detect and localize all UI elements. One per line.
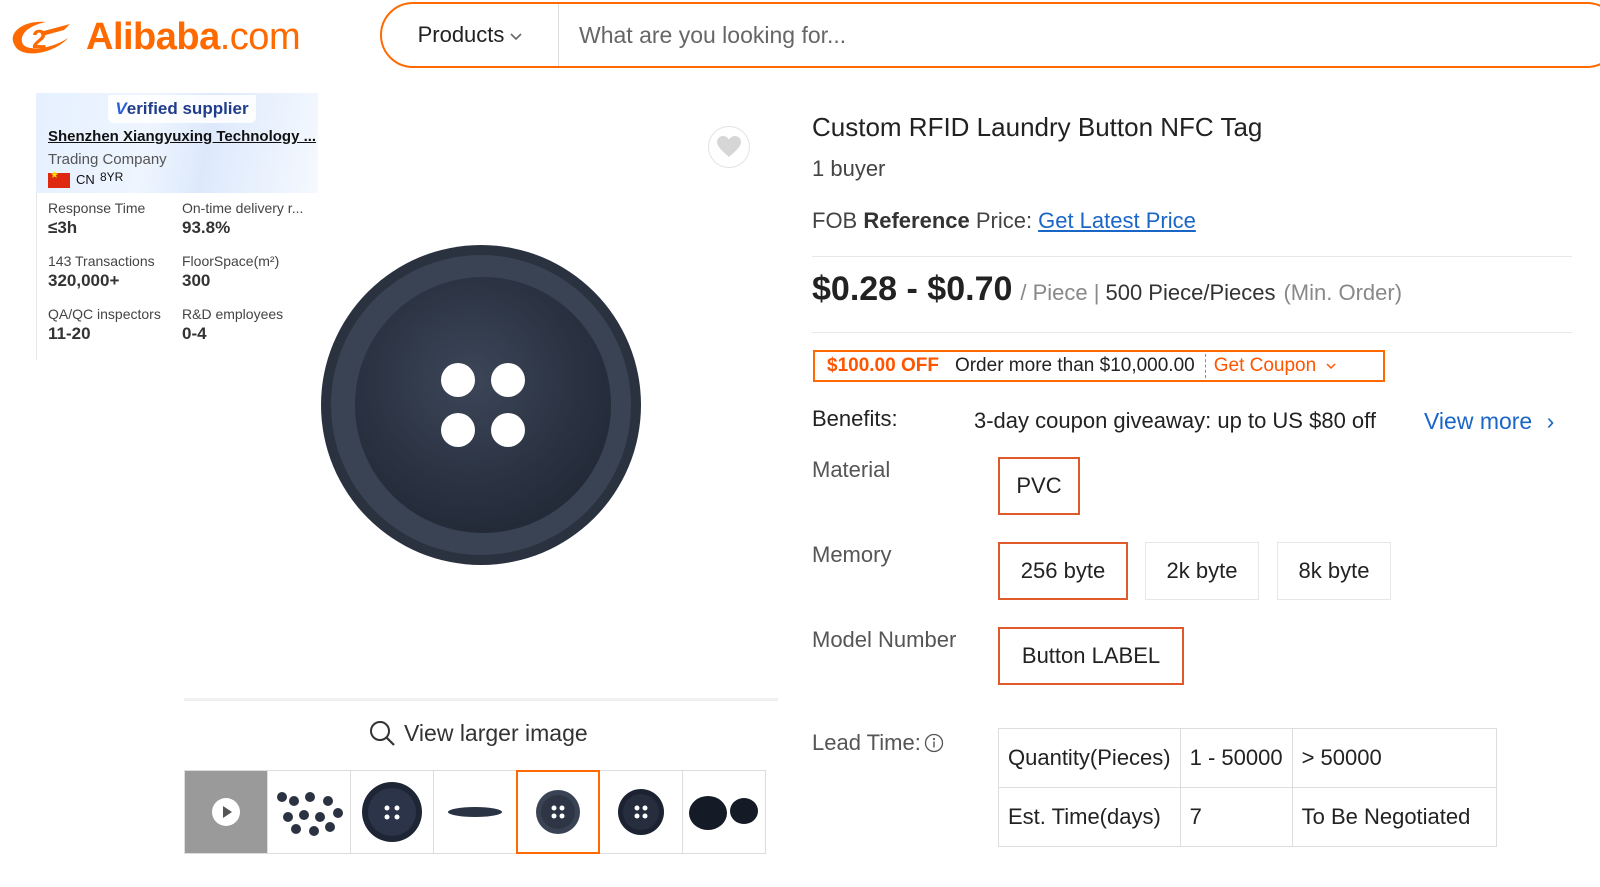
stat-transactions: 143 Transactions 320,000+ [48,253,155,290]
get-coupon-button[interactable]: Get Coupon [1214,355,1316,377]
thumbnail-graphic [362,782,422,842]
product-title: Custom RFID Laundry Button NFC Tag [812,112,1263,142]
favorite-button[interactable] [708,126,750,168]
search-bar: Products [380,2,1600,68]
chevron-down-icon [510,32,522,40]
logo-wordmark: Alibaba.com [86,15,301,58]
alibaba-logo[interactable]: 2 Alibaba.com [6,12,301,62]
thumbnail-graphic [448,807,502,817]
view-larger-image-link[interactable]: View larger image [368,719,588,747]
table-cell: 7 [1179,787,1293,847]
thumbnail-strip [184,770,766,854]
benefits-label: Benefits: [812,406,898,431]
divider [812,332,1572,333]
coupon-separator [1204,354,1206,378]
thumbnail-image[interactable] [433,770,517,854]
thumbnail-image[interactable] [599,770,683,854]
stat-response-time: Response Time ≤3h [48,200,146,237]
price-row: $0.28 - $0.70 / Piece | 500 Piece/Pieces… [812,270,1402,309]
search-category-dropdown[interactable]: Products [382,4,559,66]
info-icon[interactable] [924,733,944,753]
memory-label: Memory [812,542,892,567]
min-order-label: (Min. Order) [1283,280,1403,305]
thumbnail-video[interactable] [184,770,268,854]
chevron-down-icon[interactable] [1326,362,1336,370]
option-memory-256-byte[interactable]: 256 byte [998,542,1128,600]
coupon-banner: $100.00 OFF Order more than $10,000.00 G… [813,350,1385,382]
model-number-label: Model Number [812,627,957,652]
buyer-count: 1 buyer [812,156,886,181]
get-latest-price-link[interactable]: Get Latest Price [1038,208,1196,233]
table-cell: Quantity(Pieces) [998,728,1181,788]
coupon-condition: Order more than $10,000.00 [954,355,1195,376]
table-cell: > 50000 [1291,728,1497,788]
alibaba-mark-icon: 2 [12,21,70,54]
chevron-right-icon: › [1546,408,1555,434]
supplier-years: 8YR [100,170,124,184]
search-category-label: Products [417,22,505,47]
option-material-pvc[interactable]: PVC [998,457,1080,515]
thumbnail-graphic [277,792,343,836]
option-memory-2k-byte[interactable]: 2k byte [1145,542,1259,600]
table-cell: 1 - 50000 [1179,728,1293,788]
thumbnail-image-active[interactable] [516,770,600,854]
supplier-type: Trading Company [48,151,167,168]
supplier-name-link[interactable]: Shenzhen Xiangyuxing Technology ... [48,128,316,145]
min-order-quantity: 500 Piece/Pieces [1105,280,1276,305]
lead-time-label: Lead Time: [812,730,944,756]
table-row: Est. Time(days) 7 To Be Negotiated [998,787,1497,847]
heart-icon [717,136,741,157]
thumbnail-image[interactable] [350,770,434,854]
thumbnail-graphic [689,796,758,830]
coupon-discount: $100.00 OFF [827,355,939,376]
table-cell: Est. Time(days) [998,787,1181,847]
svg-text:2: 2 [32,24,46,54]
search-icon [370,721,395,746]
supplier-country: CN [76,172,95,187]
table-row: Quantity(Pieces) 1 - 50000 > 50000 [998,728,1497,788]
search-input[interactable] [577,20,1481,50]
price-range: $0.28 - $0.70 [812,270,1013,308]
stat-floor-space: FloorSpace(m²) 300 [182,253,280,290]
play-icon [212,798,240,826]
divider [812,256,1572,257]
product-main-image[interactable] [300,225,660,585]
stat-qa-inspectors: QA/QC inspectors 11-20 [48,306,161,343]
thumbnail-image[interactable] [267,770,351,854]
view-more-link[interactable]: View more › [1424,408,1554,435]
supplier-card: Verified supplier Shenzhen Xiangyuxing T… [36,93,318,361]
benefits-text: 3-day coupon giveaway: up to US $80 off [974,408,1376,433]
stat-on-time-delivery: On-time delivery r... 93.8% [182,200,304,237]
price-unit: / Piece | [1020,280,1100,305]
stat-rd-employees: R&D employees 0-4 [182,306,284,343]
lead-time-table: Quantity(Pieces) 1 - 50000 > 50000 Est. … [998,728,1497,847]
thumbnail-graphic [536,790,580,834]
thumbnail-graphic [618,789,664,835]
verified-supplier-badge[interactable]: Verified supplier [108,95,256,123]
material-label: Material [812,457,891,482]
thumbnail-image[interactable] [682,770,766,854]
table-cell: To Be Negotiated [1291,787,1497,847]
view-larger-label: View larger image [404,719,588,746]
china-flag-icon [48,170,70,188]
fob-price-row: FOB Reference Price: Get Latest Price [812,208,1196,233]
option-model-button-label[interactable]: Button LABEL [998,627,1184,685]
option-memory-8k-byte[interactable]: 8k byte [1277,542,1391,600]
gallery-divider [184,698,778,701]
